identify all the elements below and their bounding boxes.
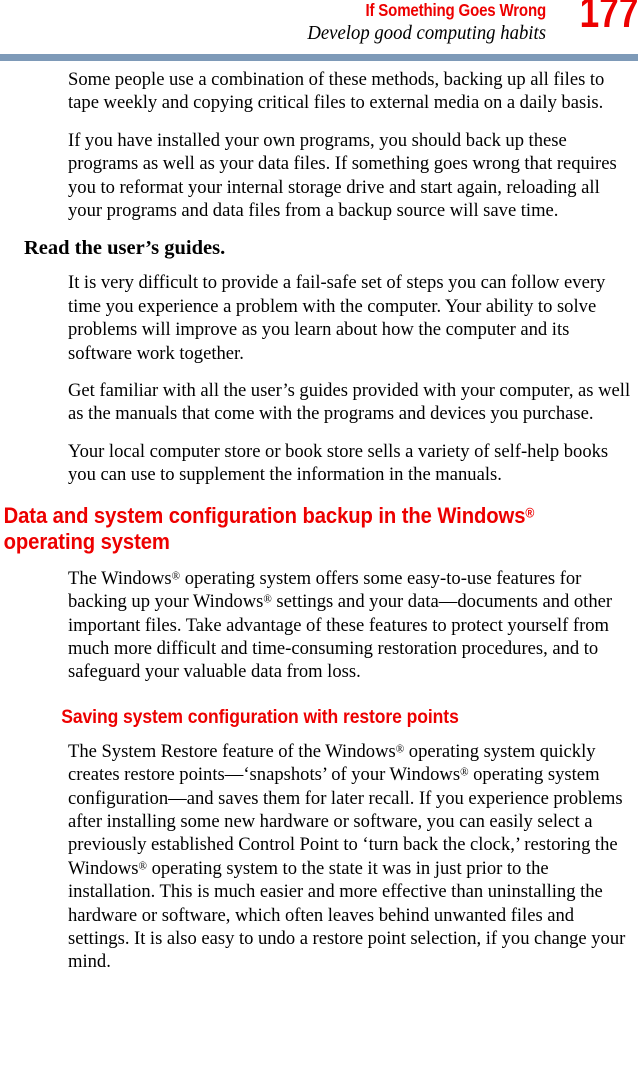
paragraph-system-restore-feature: The System Restore feature of the Window…	[0, 740, 638, 974]
section-heading-text-part-2: operating system	[3, 528, 170, 554]
header-chapter-title: If Something Goes Wrong	[365, 0, 546, 20]
section-heading-data-system-config-backup: Data and system configuration backup in …	[0, 503, 621, 555]
sub-heading-saving-system-configuration: Saving system configuration with restore…	[61, 705, 459, 728]
registered-trademark-icon: ®	[395, 743, 405, 756]
paragraph-get-familiar-guides: Get familiar with all the user’s guides …	[68, 380, 631, 425]
heading-read-the-users-guides: Read the user’s guides.	[24, 237, 226, 260]
paragraph-fail-safe-steps: It is very difficult to provide a fail-s…	[68, 272, 606, 364]
paragraph-windows-backup-features: The Windows® operating system offers som…	[0, 567, 638, 684]
header-divider-rule	[0, 54, 638, 61]
header-section-title: Develop good computing habits	[307, 23, 546, 44]
paragraph-backup-methods: Some people use a combination of these m…	[68, 69, 605, 114]
para7-segment-1: The System Restore feature of the Window…	[68, 740, 396, 762]
registered-trademark-icon: ®	[138, 860, 148, 873]
header-text-block: If Something Goes Wrong Develop good com…	[0, 0, 546, 46]
page-content: Some people use a combination of these m…	[0, 68, 638, 988]
para6-segment-1: The Windows	[68, 567, 172, 589]
page-number: 177	[579, 0, 638, 37]
para7-segment-4: operating system to the state it was in …	[68, 857, 626, 973]
paragraph-installed-programs: If you have installed your own programs,…	[68, 129, 617, 222]
registered-trademark-icon: ®	[525, 505, 535, 521]
page-header: If Something Goes Wrong Develop good com…	[0, 0, 638, 48]
registered-trademark-icon: ®	[263, 593, 272, 606]
paragraph-local-computer-store: Your local computer store or book store …	[68, 440, 609, 486]
registered-trademark-icon: ®	[171, 570, 181, 583]
section-heading-text-part-1: Data and system configuration backup in …	[3, 502, 526, 528]
registered-trademark-icon: ®	[460, 766, 469, 779]
